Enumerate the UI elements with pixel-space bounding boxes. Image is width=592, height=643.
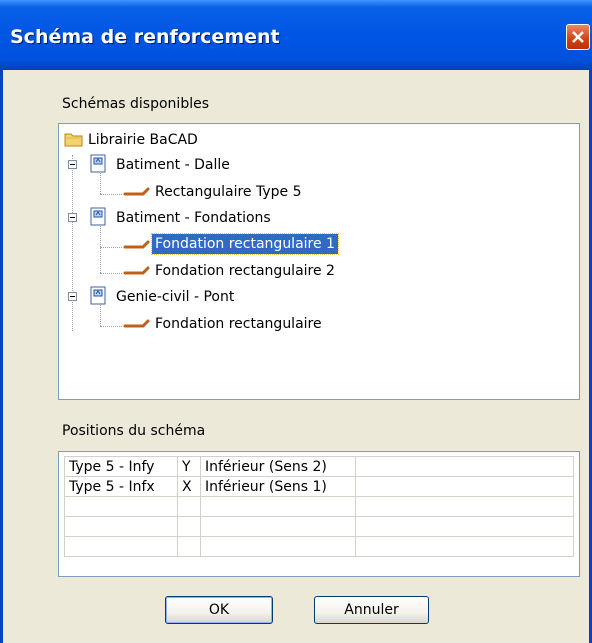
table-row[interactable] <box>64 496 574 517</box>
rebar-icon <box>123 187 150 196</box>
tree-leaf-selected[interactable]: Fondation rectangulaire 1 <box>151 233 339 255</box>
document-icon <box>90 154 106 173</box>
positions-grid[interactable]: Type 5 - Infy Y Inférieur (Sens 2) Type … <box>58 451 580 577</box>
table-cell <box>177 496 201 517</box>
table-cell <box>355 456 574 477</box>
table-cell <box>64 496 178 517</box>
table-cell <box>355 516 574 537</box>
table-cell: Y <box>177 456 201 477</box>
document-icon <box>90 207 106 226</box>
rebar-icon <box>123 266 150 275</box>
rebar-icon <box>123 319 150 328</box>
table-cell <box>200 536 356 557</box>
collapse-toggle[interactable] <box>68 160 77 169</box>
positions-table: Type 5 - Infy Y Inférieur (Sens 2) Type … <box>64 456 574 557</box>
tree-line <box>100 273 122 274</box>
table-cell <box>355 496 574 517</box>
table-cell: Type 5 - Infy <box>64 456 178 477</box>
table-row[interactable]: Type 5 - Infx X Inférieur (Sens 1) <box>64 476 574 497</box>
positions-section-label: Positions du schéma <box>62 423 206 439</box>
schema-tree[interactable]: Librairie BaCAD Batiment - Dalle Rectang… <box>58 123 580 400</box>
cancel-button[interactable]: Annuler <box>314 596 429 624</box>
tree-root[interactable]: Librairie BaCAD <box>88 130 198 150</box>
table-row[interactable] <box>64 536 574 557</box>
tree-line <box>100 326 122 327</box>
table-cell <box>177 536 201 557</box>
table-row[interactable] <box>64 516 574 537</box>
tree-line <box>72 155 73 331</box>
table-cell: Type 5 - Infx <box>64 476 178 497</box>
document-icon <box>90 286 106 305</box>
close-button[interactable] <box>566 24 590 50</box>
tree-section-label: Schémas disponibles <box>62 96 209 112</box>
tree-group[interactable]: Batiment - Dalle <box>116 155 230 175</box>
table-cell <box>64 516 178 537</box>
table-cell <box>200 516 356 537</box>
ok-button[interactable]: OK <box>165 596 273 624</box>
tree-line <box>100 247 122 248</box>
tree-group[interactable]: Genie-civil - Pont <box>116 287 234 307</box>
window-border-left <box>0 70 3 643</box>
table-cell: Inférieur (Sens 2) <box>200 456 356 477</box>
rebar-icon <box>123 240 150 249</box>
close-icon <box>572 31 584 43</box>
folder-icon <box>64 133 83 147</box>
tree-leaf[interactable]: Fondation rectangulaire <box>155 314 322 334</box>
table-cell <box>64 536 178 557</box>
table-cell <box>355 476 574 497</box>
table-cell <box>355 536 574 557</box>
title-bar[interactable]: Schéma de renforcement <box>0 0 592 70</box>
tree-leaf[interactable]: Rectangulaire Type 5 <box>155 182 302 202</box>
table-cell: X <box>177 476 201 497</box>
tree-leaf[interactable]: Fondation rectangulaire 2 <box>155 261 335 281</box>
table-cell <box>177 516 201 537</box>
table-cell <box>200 496 356 517</box>
collapse-toggle[interactable] <box>68 292 77 301</box>
tree-line <box>100 194 122 195</box>
dialog-window: Schéma de renforcement Schémas disponibl… <box>0 0 592 643</box>
table-row[interactable]: Type 5 - Infy Y Inférieur (Sens 2) <box>64 456 574 477</box>
dialog-title: Schéma de renforcement <box>10 26 280 48</box>
tree-group[interactable]: Batiment - Fondations <box>116 208 271 228</box>
collapse-toggle[interactable] <box>68 213 77 222</box>
table-cell: Inférieur (Sens 1) <box>200 476 356 497</box>
